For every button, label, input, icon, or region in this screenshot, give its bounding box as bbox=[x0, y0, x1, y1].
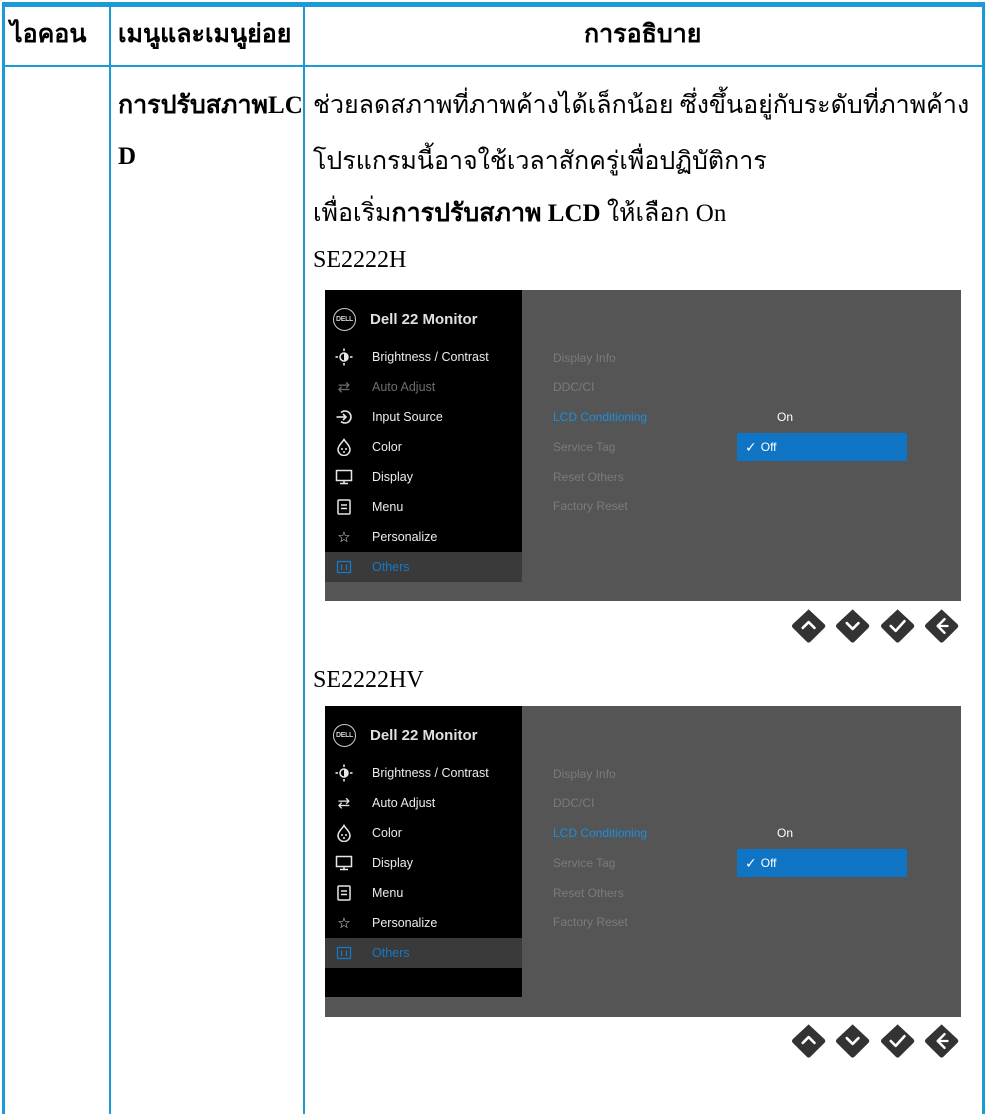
menu-item-auto-adjust[interactable]: ⇄ Auto Adjust bbox=[325, 372, 522, 402]
menu-item-menu[interactable]: Menu bbox=[325, 492, 522, 522]
submenu-factory-reset[interactable]: Factory Reset bbox=[553, 915, 628, 929]
checkmark-icon: ✓ bbox=[745, 854, 757, 871]
down-icon[interactable] bbox=[834, 1022, 871, 1060]
model-label-se2222h: SE2222H bbox=[313, 247, 407, 273]
menu-item-color[interactable]: Color bbox=[325, 818, 522, 848]
checkmark-icon: ✓ bbox=[745, 438, 757, 455]
dell-logo-icon: DELL bbox=[333, 307, 356, 331]
menu-item-others[interactable]: Others bbox=[325, 552, 522, 582]
menu-item-brightness-contrast[interactable]: Brightness / Contrast bbox=[325, 342, 522, 372]
star-icon: ☆ bbox=[337, 915, 351, 932]
brightness-icon bbox=[334, 763, 354, 783]
table-top-border bbox=[2, 2, 985, 7]
column-divider-1 bbox=[109, 5, 111, 1114]
others-icon bbox=[334, 943, 354, 963]
table-right-border bbox=[982, 2, 985, 1114]
submenu-ddc-ci[interactable]: DDC/CI bbox=[553, 380, 594, 394]
auto-adjust-icon: ⇄ bbox=[337, 795, 351, 812]
header-menu: เมนูและเมนูย่อย bbox=[118, 21, 292, 48]
color-icon bbox=[334, 437, 354, 457]
description-line-1: ช่วยลดสภาพที่ภาพค้างได้เล็กน้อย ซึ่งขึ้น… bbox=[313, 92, 970, 119]
osd-menu-table: ไอคอน เมนูและเมนูย่อย การอธิบาย การปรับส… bbox=[0, 0, 987, 1114]
up-icon[interactable] bbox=[790, 607, 827, 645]
description-line-2: โปรแกรมนี้อาจใช้เวลาสักครู่เพื่อปฏิบัติก… bbox=[313, 148, 767, 175]
header-icon: ไอคอน bbox=[10, 21, 87, 48]
check-icon[interactable] bbox=[879, 607, 916, 645]
color-icon bbox=[334, 823, 354, 843]
submenu-name: การปรับสภาพLC bbox=[118, 92, 303, 119]
menu-icon bbox=[334, 497, 354, 517]
back-icon[interactable] bbox=[923, 1022, 960, 1060]
menu-icon bbox=[334, 883, 354, 903]
menu-item-display[interactable]: Display bbox=[325, 848, 522, 878]
back-icon[interactable] bbox=[923, 607, 960, 645]
dell-logo-icon: DELL bbox=[333, 723, 356, 747]
option-on[interactable]: On bbox=[777, 826, 793, 840]
submenu-lcd-conditioning[interactable]: LCD Conditioning bbox=[553, 410, 647, 424]
menu-item-display[interactable]: Display bbox=[325, 462, 522, 492]
input-source-icon bbox=[334, 407, 354, 427]
menu-item-menu[interactable]: Menu bbox=[325, 878, 522, 908]
option-off-selected[interactable]: ✓ Off bbox=[737, 433, 907, 461]
menu-item-color[interactable]: Color bbox=[325, 432, 522, 462]
submenu-display-info[interactable]: Display Info bbox=[553, 767, 616, 781]
osd-screen-se2222h: DELL Dell 22 Monitor Brightness / Contra… bbox=[325, 290, 961, 601]
menu-item-personalize[interactable]: ☆ Personalize bbox=[325, 522, 522, 552]
down-icon[interactable] bbox=[834, 607, 871, 645]
submenu-lcd-conditioning[interactable]: LCD Conditioning bbox=[553, 826, 647, 840]
model-label-se2222hv: SE2222HV bbox=[313, 667, 424, 693]
column-divider-2 bbox=[303, 5, 305, 1114]
option-off-selected[interactable]: ✓ Off bbox=[737, 849, 907, 877]
header-divider bbox=[2, 65, 985, 67]
up-icon[interactable] bbox=[790, 1022, 827, 1060]
submenu-reset-others[interactable]: Reset Others bbox=[553, 886, 624, 900]
osd-screen-se2222hv: DELL Dell 22 Monitor Brightness / Contra… bbox=[325, 706, 961, 1017]
osd-main-menu: DELL Dell 22 Monitor Brightness / Contra… bbox=[325, 290, 522, 582]
star-icon: ☆ bbox=[337, 529, 351, 546]
menu-item-brightness-contrast[interactable]: Brightness / Contrast bbox=[325, 758, 522, 788]
submenu-ddc-ci[interactable]: DDC/CI bbox=[553, 796, 594, 810]
osd-title: Dell 22 Monitor bbox=[370, 726, 478, 744]
submenu-display-info[interactable]: Display Info bbox=[553, 351, 616, 365]
osd-main-menu: DELL Dell 22 Monitor Brightness / Contra… bbox=[325, 706, 522, 997]
osd-buttons-se2222hv bbox=[790, 1022, 960, 1062]
submenu-reset-others[interactable]: Reset Others bbox=[553, 470, 624, 484]
menu-item-others[interactable]: Others bbox=[325, 938, 522, 968]
auto-adjust-icon: ⇄ bbox=[337, 379, 351, 396]
others-icon bbox=[334, 557, 354, 577]
check-icon[interactable] bbox=[879, 1022, 916, 1060]
submenu-factory-reset[interactable]: Factory Reset bbox=[553, 499, 628, 513]
brightness-icon bbox=[334, 347, 354, 367]
description-line-3: เพื่อเริ่มการปรับสภาพ LCD ให้เลือก On bbox=[313, 200, 727, 227]
menu-item-auto-adjust[interactable]: ⇄ Auto Adjust bbox=[325, 788, 522, 818]
submenu-name-continued: D bbox=[118, 143, 137, 170]
display-icon bbox=[334, 467, 354, 487]
menu-item-personalize[interactable]: ☆ Personalize bbox=[325, 908, 522, 938]
display-icon bbox=[334, 853, 354, 873]
option-on[interactable]: On bbox=[777, 410, 793, 424]
submenu-service-tag[interactable]: Service Tag bbox=[553, 856, 615, 870]
header-description: การอธิบาย bbox=[584, 21, 702, 48]
osd-buttons-se2222h bbox=[790, 607, 960, 647]
submenu-service-tag[interactable]: Service Tag bbox=[553, 440, 615, 454]
table-left-border bbox=[2, 2, 5, 1114]
menu-item-input-source[interactable]: Input Source bbox=[325, 402, 522, 432]
osd-title: Dell 22 Monitor bbox=[370, 310, 478, 328]
lcd-conditioning-term: การปรับสภาพ LCD bbox=[391, 200, 601, 227]
